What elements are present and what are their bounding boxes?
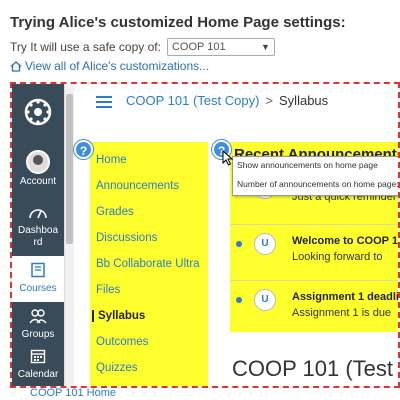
announcement-title[interactable]: Assignment 1 deadline [292,291,398,303]
author-avatar: U [254,233,276,255]
account-avatar [26,150,50,174]
course-nav-announcements[interactable]: Announcements [96,180,179,192]
view-all-customizations-link[interactable]: View all of Alice's customizations... [10,59,209,73]
partial-course-link[interactable]: COOP 101 Home [30,387,116,399]
announcement-title[interactable]: Welcome to COOP 101 [292,235,398,247]
course-main-area: COOP 101 (Test Copy) > Syllabus Home Ann… [74,84,400,386]
course-nav-home[interactable]: Home [96,154,127,166]
sidebar-item-account[interactable]: Account [12,150,64,188]
view-all-customizations-label: View all of Alice's customizations... [25,59,210,73]
sidebar-item-label: Courses [19,283,57,294]
course-title-heading: COOP 101 (Test Copy) [232,356,398,381]
sidebar-item-courses[interactable]: Courses [12,256,64,302]
course-navigation: Home Announcements Grades Discussions Bb… [90,142,208,386]
sidebar-item-groups[interactable]: Groups [12,308,64,341]
author-avatar: U [254,289,276,311]
sidebar-item-label: Account [19,176,57,187]
page-bottom-strip: COOP 101 Home [0,387,400,400]
breadcrumb-course-link[interactable]: COOP 101 (Test Copy) [126,93,259,108]
settings-tooltip: Show announcements on home page Number o… [232,156,400,196]
page-title: Trying Alice's customized Home Page sett… [10,14,346,31]
sidebar-item-label: Groups [21,329,55,340]
course-nav-outcomes[interactable]: Outcomes [96,336,148,348]
calendar-icon [30,349,46,364]
scrollbar-thumb[interactable] [66,94,73,244]
preview-frame: Account Dashboa rd Courses Groups Calend… [10,82,400,388]
safe-copy-row: Try It will use a safe copy of: COOP 101… [10,38,275,56]
course-nav-syllabus[interactable]: Syllabus [92,310,145,322]
groups-icon [29,309,47,324]
mouse-cursor-icon [222,150,234,166]
breadcrumb-current-page: Syllabus [279,93,329,108]
courses-icon [31,262,45,278]
hamburger-menu-icon[interactable] [96,96,112,108]
help-question-icon[interactable]: ? [74,140,93,159]
announcement-row[interactable]: U Welcome to COOP 101 Looking forward to [230,224,398,280]
dashboard-icon [29,209,47,219]
announcement-preview: Assignment 1 is due [292,307,392,319]
tooltip-line-show-announcements: Show announcements on home page [237,160,378,170]
sidebar-item-dashboard[interactable]: Dashboa rd [12,204,64,249]
course-nav-discussions[interactable]: Discussions [96,232,157,244]
sidebar-item-label: Calendar [17,369,59,380]
course-nav-bb-collaborate[interactable]: Bb Collaborate Ultra [96,258,200,270]
course-copy-select-value: COOP 101 [171,41,226,53]
course-copy-select[interactable]: COOP 101 ▼ [166,38,275,56]
breadcrumb-separator: > [265,93,274,108]
sidebar-item-label: Dashboa rd [17,225,59,248]
breadcrumb: COOP 101 (Test Copy) > Syllabus [126,93,328,108]
home-icon [10,60,22,72]
tooltip-line-announcement-count: Number of announcements on home page: 5 [237,179,400,189]
announcement-preview: Looking forward to [292,251,383,263]
announcement-row[interactable]: U Assignment 1 deadline Assignment 1 is … [230,280,398,332]
unread-dot-icon [236,297,242,303]
sidebar-scrollbar[interactable] [64,84,74,386]
course-nav-quizzes[interactable]: Quizzes [96,362,138,374]
canvas-logo-icon[interactable] [24,98,52,126]
sidebar-item-calendar[interactable]: Calendar [12,348,64,381]
chevron-down-icon: ▼ [261,42,270,52]
global-nav-sidebar: Account Dashboa rd Courses Groups Calend… [12,84,64,386]
unread-dot-icon [236,241,242,247]
course-nav-files[interactable]: Files [96,284,120,296]
safe-copy-label: Try It will use a safe copy of: [10,40,161,54]
course-nav-grades[interactable]: Grades [96,206,134,218]
